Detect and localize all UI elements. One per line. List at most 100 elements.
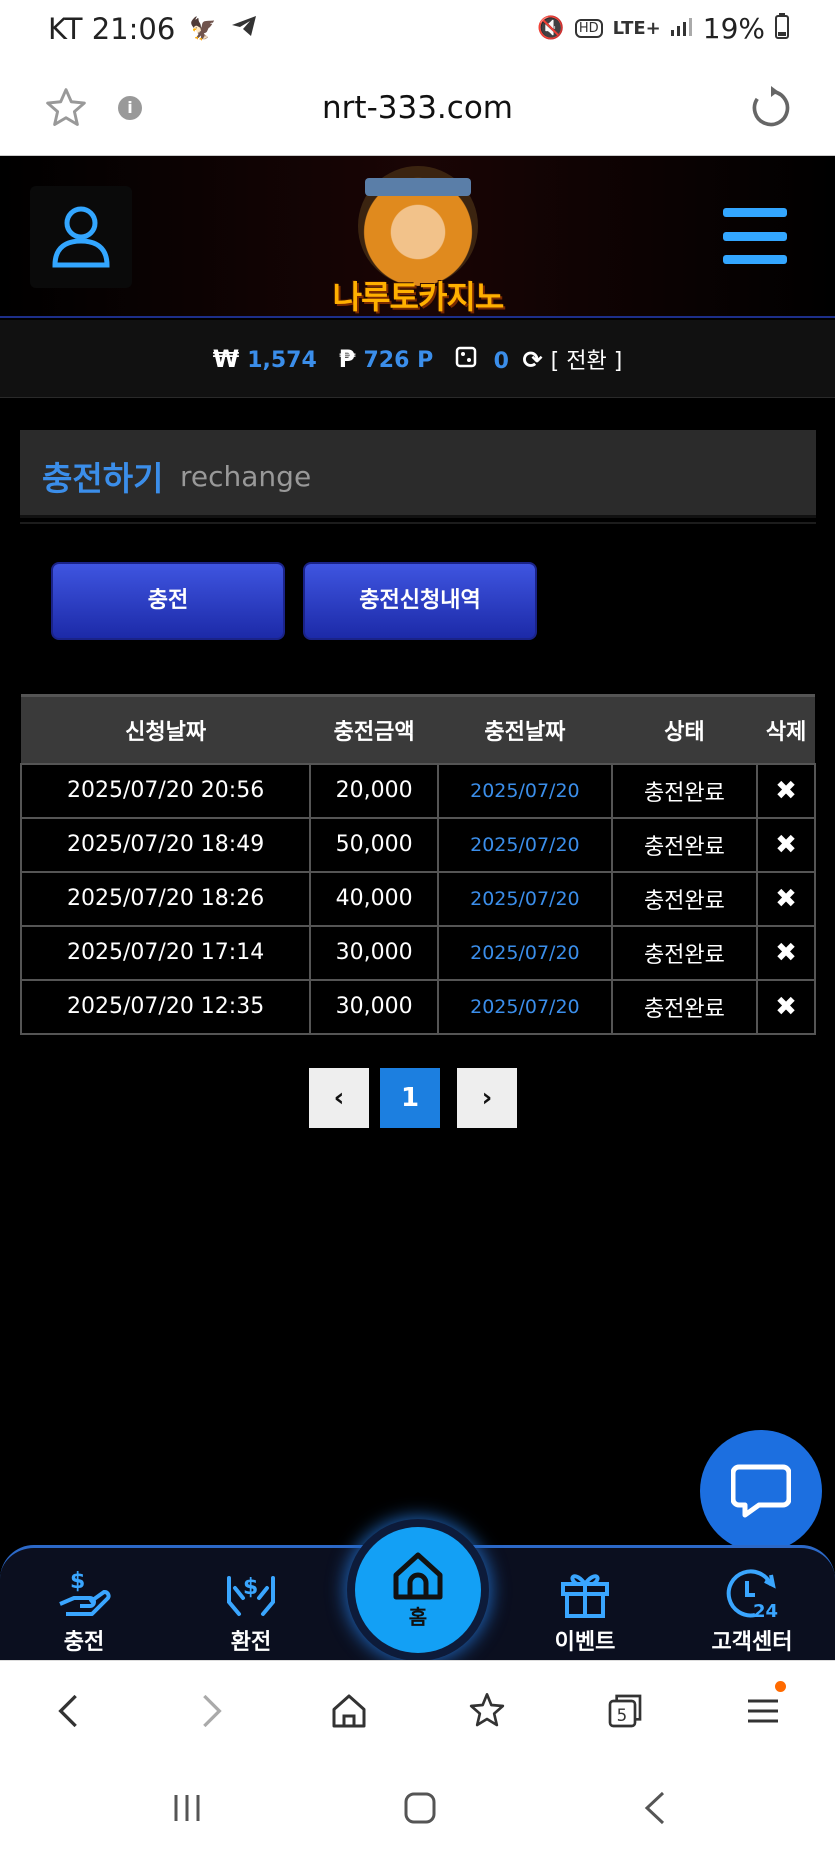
table-row: 2025/07/20 18:49 50,000 2025/07/20 충전완료 … [19, 816, 816, 873]
request-date-cell: 2025/07/20 17:14 [19, 924, 312, 981]
request-date-cell: 2025/07/20 18:26 [19, 870, 312, 927]
signal-icon [670, 16, 693, 42]
amount-cell: 40,000 [309, 870, 440, 927]
charge-date-cell: 2025/07/20 [437, 762, 613, 819]
svg-text:24: 24 [753, 1601, 778, 1621]
nav-charge[interactable]: $ 충전 [24, 1564, 144, 1656]
charge-tab-button[interactable]: 충전 [51, 562, 285, 640]
home-icon [393, 1552, 443, 1599]
delete-icon[interactable]: ✖ [756, 816, 816, 873]
request-date-cell: 2025/07/20 12:35 [19, 978, 312, 1035]
system-nav-bar [0, 1760, 835, 1856]
page-subtitle: rechange [180, 460, 312, 493]
status-cell: 충전완료 [610, 816, 759, 873]
notification-dot [775, 1681, 786, 1692]
charge-date-cell: 2025/07/20 [437, 870, 613, 927]
charge-hand-icon: $ [24, 1564, 144, 1624]
status-cell: 충전완료 [610, 924, 759, 981]
user-icon [52, 206, 110, 268]
col-charge-date: 충전날짜 [438, 694, 612, 764]
user-button[interactable] [30, 186, 132, 288]
status-cell: 충전완료 [610, 762, 759, 819]
browser-bookmarks-icon[interactable] [462, 1689, 512, 1733]
battery-percent: 19% [702, 12, 765, 45]
gift-icon [525, 1564, 645, 1624]
won-balance: ₩1,574 [213, 345, 317, 373]
lte-icon: LTE+ [612, 18, 661, 39]
point-balance: ₱ 726 P [339, 345, 433, 373]
won-icon: ₩ [212, 344, 240, 373]
browser-menu-icon[interactable] [738, 1681, 788, 1733]
amount-cell: 30,000 [309, 978, 440, 1035]
nav-exchange-label: 환전 [230, 1630, 272, 1655]
nav-home[interactable]: 홈 [355, 1527, 481, 1653]
browser-forward-icon[interactable] [186, 1689, 236, 1733]
carrier-time: KT 21:06 [48, 12, 176, 46]
url-text[interactable]: nrt-333.com [0, 90, 835, 126]
chat-icon [731, 1464, 791, 1518]
mute-icon: 🔇 [537, 16, 565, 41]
dice-icon [455, 346, 485, 374]
site-logo[interactable]: 나루토카지노 [313, 164, 523, 316]
reload-icon[interactable] [749, 86, 793, 130]
nav-support[interactable]: 24 고객센터 [692, 1564, 812, 1656]
system-back-icon[interactable] [640, 1790, 670, 1826]
request-date-cell: 2025/07/20 18:49 [19, 816, 312, 873]
browser-tabs-icon[interactable]: 5 [600, 1689, 650, 1733]
delete-icon[interactable]: ✖ [756, 924, 816, 981]
col-status: 상태 [611, 694, 758, 764]
charge-history-tab-button[interactable]: 충전신청내역 [303, 562, 537, 640]
hamburger-menu-icon[interactable] [723, 208, 787, 264]
col-amount: 충전금액 [310, 694, 439, 764]
support-24-icon: 24 [692, 1564, 812, 1624]
refresh-icon[interactable]: ⟳ [523, 346, 543, 374]
nav-charge-label: 충전 [63, 1630, 105, 1655]
charge-date-cell: 2025/07/20 [437, 816, 613, 873]
ticket-value: 0 [493, 348, 509, 374]
col-delete: 삭제 [757, 694, 815, 764]
table-row: 2025/07/20 18:26 40,000 2025/07/20 충전완료 … [19, 870, 816, 927]
telegram-icon [231, 15, 257, 43]
system-home-icon[interactable] [402, 1790, 438, 1826]
logo-text: 나루토카지노 [332, 278, 505, 316]
col-request-date: 신청날짜 [21, 694, 311, 764]
page-number-current[interactable]: 1 [380, 1068, 440, 1128]
charge-date-cell: 2025/07/20 [437, 924, 613, 981]
convert-button[interactable]: [ 전환 ] [551, 349, 623, 374]
site-header: 나루토카지노 [0, 156, 835, 318]
table-row: 2025/07/20 12:35 30,000 2025/07/20 충전완료 … [19, 978, 816, 1035]
nav-home-label: 홈 [408, 1604, 428, 1629]
delete-icon[interactable]: ✖ [756, 870, 816, 927]
tab-count: 5 [617, 1706, 628, 1725]
delete-icon[interactable]: ✖ [756, 978, 816, 1035]
browser-back-icon[interactable] [44, 1689, 94, 1733]
charge-date-cell: 2025/07/20 [437, 978, 613, 1035]
recent-apps-icon[interactable] [172, 1790, 202, 1826]
prev-page-button[interactable]: ‹ [309, 1068, 369, 1128]
request-date-cell: 2025/07/20 20:56 [19, 762, 312, 819]
ticket-balance: 0 ⟳ [ 전환 ] [455, 343, 622, 375]
svg-text:$: $ [70, 1569, 85, 1594]
nav-support-label: 고객센터 [711, 1630, 793, 1655]
amount-cell: 30,000 [309, 924, 440, 981]
table-row: 2025/07/20 20:56 20,000 2025/07/20 충전완료 … [19, 762, 816, 819]
amount-cell: 20,000 [309, 762, 440, 819]
point-value: 726 P [363, 347, 434, 373]
balance-bar: ₩1,574 ₱ 726 P 0 ⟳ [ 전환 ] [0, 320, 835, 398]
browser-url-bar: i nrt-333.com [0, 60, 835, 156]
live-chat-button[interactable] [700, 1430, 822, 1552]
svg-text:$: $ [243, 1575, 258, 1600]
section-title-box: 충전하기 rechange [20, 430, 816, 518]
hd-icon: HD [574, 19, 603, 38]
nav-exchange[interactable]: $ 환전 [191, 1564, 311, 1656]
next-page-button[interactable]: › [457, 1068, 517, 1128]
status-cell: 충전완료 [610, 870, 759, 927]
exchange-hands-icon: $ [191, 1564, 311, 1624]
delete-icon[interactable]: ✖ [756, 762, 816, 819]
browser-home-icon[interactable] [324, 1689, 374, 1733]
bird-icon: 🦅 [189, 16, 217, 42]
table-header-row: 신청날짜 충전금액 충전날짜 상태 삭제 [21, 694, 815, 764]
nav-event[interactable]: 이벤트 [525, 1564, 645, 1656]
logo-headband [365, 178, 471, 196]
divider [20, 522, 816, 524]
